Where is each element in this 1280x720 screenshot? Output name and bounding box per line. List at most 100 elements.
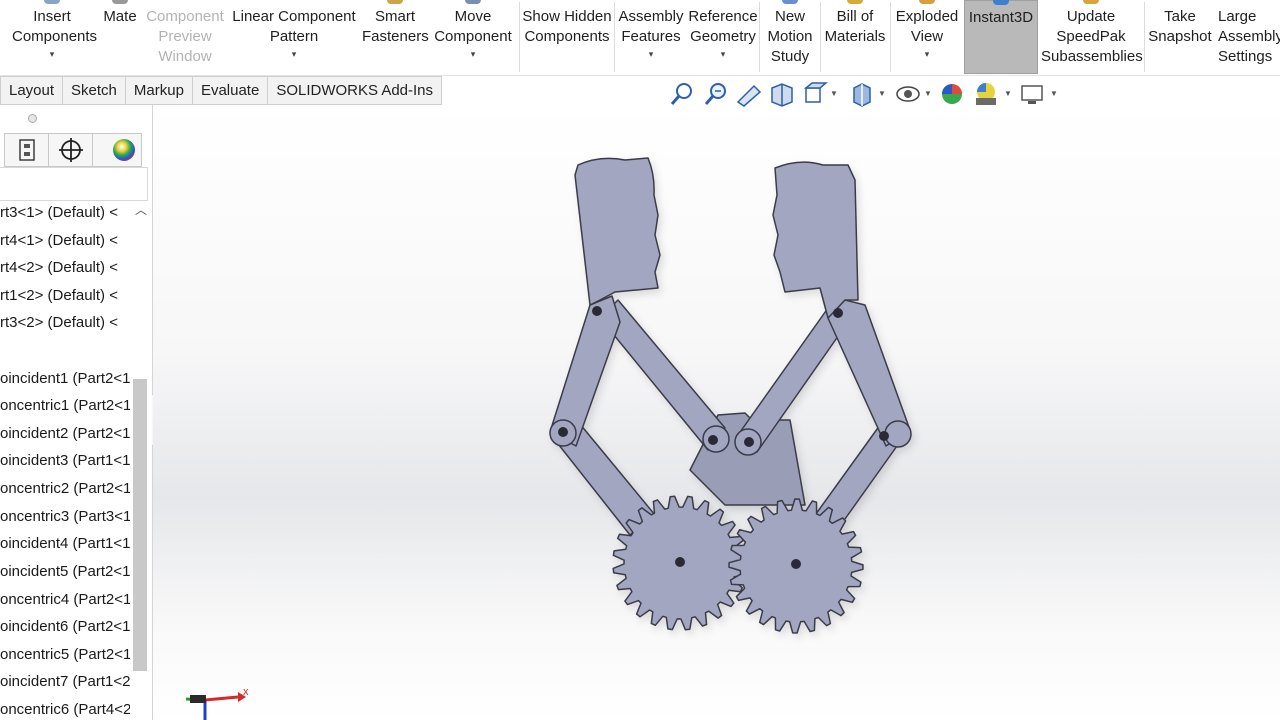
reference-geometry-button[interactable]: Reference Geometry ▾ (687, 0, 759, 74)
tab-evaluate[interactable]: Evaluate (193, 77, 269, 104)
reference-geometry-label: Reference Geometry (688, 8, 758, 45)
tree-item-mate[interactable]: oincident1 (Part2<1 (0, 367, 130, 391)
orientation-triad-icon (185, 692, 246, 720)
chevron-down-icon[interactable]: ▾ (891, 49, 963, 59)
scrollbar-thumb[interactable] (133, 379, 147, 671)
feature-tree-scrollbar[interactable]: ︿ (130, 201, 152, 720)
display-style-icon[interactable] (848, 80, 876, 108)
mate-button[interactable]: Mate (98, 0, 142, 74)
tree-item-mate[interactable]: oincident4 (Part1<1 (0, 532, 130, 556)
bill-of-materials-label: Bill of Materials (824, 8, 886, 45)
tree-item-component[interactable]: rt1<2> (Default) < (0, 284, 130, 308)
chevron-down-icon[interactable]: ▼ (878, 89, 886, 98)
component-preview-window-button[interactable]: Component Preview Window (142, 0, 228, 74)
view-settings-icon[interactable] (1018, 80, 1046, 108)
insert-components-button[interactable]: Insert Components ▾ (0, 0, 104, 74)
feature-tree-filter-field[interactable] (0, 167, 148, 201)
instant3d-label: Instant3D (968, 9, 1034, 26)
tree-item-mate[interactable]: oincident2 (Part2<1 (0, 422, 130, 446)
update-speedpak-label: Update SpeedPak Subassemblies (1041, 8, 1143, 65)
motion-study-icon (782, 0, 798, 4)
tab-configuration-manager[interactable] (5, 134, 49, 166)
pin-hole (592, 306, 602, 316)
linear-component-pattern-label: Linear Component Pattern (232, 8, 356, 45)
tree-item-component[interactable]: rt3<1> (Default) < (0, 201, 130, 225)
exploded-view-icon (919, 0, 935, 4)
component-preview-window-label: Component Preview Window (146, 8, 224, 65)
tree-item-component[interactable]: rt4<1> (Default) < (0, 229, 130, 253)
apply-scene-icon[interactable] (972, 80, 1000, 108)
edit-appearance-icon[interactable] (938, 80, 966, 108)
left-finger-pad (574, 157, 661, 306)
large-assembly-settings-button[interactable]: Large Assembly Settings (1216, 0, 1280, 74)
show-hidden-components-button[interactable]: Show Hidden Components (520, 0, 614, 74)
hide-show-items-icon[interactable] (894, 80, 922, 108)
gripper-assembly-model[interactable] (153, 105, 1280, 720)
instant3d-icon (993, 0, 1009, 5)
command-manager-ribbon: Insert Components ▾ Mate Component Previ… (0, 0, 1280, 76)
feature-manager-tabs (4, 133, 142, 167)
tab-markup[interactable]: Markup (126, 77, 193, 104)
bill-of-materials-button[interactable]: Bill of Materials (821, 0, 889, 74)
configuration-manager-icon (19, 139, 35, 161)
tree-item-component[interactable]: rt4<2> (Default) < (0, 256, 130, 280)
tree-item-mate[interactable]: oincident7 (Part1<2 (0, 670, 130, 694)
tab-layout[interactable]: Layout (1, 77, 64, 104)
large-assembly-settings-label: Large Assembly Settings (1218, 8, 1280, 65)
feature-manager-header (0, 105, 152, 133)
zoom-to-fit-icon[interactable] (668, 80, 696, 108)
triad-x-axis-label: x (243, 686, 249, 698)
tab-dimxpert-manager[interactable] (49, 134, 93, 166)
new-motion-study-button[interactable]: New Motion Study (760, 0, 820, 74)
section-view-icon[interactable] (768, 80, 796, 108)
scroll-up-chevron-icon[interactable]: ︿ (133, 201, 149, 219)
chevron-down-icon[interactable]: ▾ (615, 49, 687, 59)
show-hidden-components-label: Show Hidden Components (522, 8, 612, 45)
mate-icon (112, 0, 128, 4)
mate-label: Mate (103, 8, 137, 25)
previous-view-icon[interactable] (734, 80, 762, 108)
tab-display-manager[interactable] (93, 134, 137, 166)
move-component-label: Move Component (434, 8, 512, 45)
instant3d-button[interactable]: Instant3D (964, 0, 1038, 74)
chevron-down-icon[interactable]: ▾ (0, 49, 104, 59)
pin-hole (879, 431, 889, 441)
chevron-down-icon[interactable]: ▼ (924, 89, 932, 98)
zoom-to-area-icon[interactable] (702, 80, 730, 108)
speedpak-icon (1083, 0, 1099, 4)
graphics-area[interactable] (153, 105, 1280, 720)
chevron-down-icon[interactable]: ▾ (228, 49, 360, 59)
gear-axle-hole (791, 559, 801, 569)
smart-fasteners-label: Smart Fasteners (362, 8, 429, 45)
tree-item-mate[interactable]: oincident3 (Part1<1 (0, 449, 130, 473)
tree-item-mate[interactable]: oncentric2 (Part2<1 (0, 477, 130, 501)
tree-item-mate[interactable]: oncentric1 (Part2<1 (0, 394, 130, 418)
view-orientation-icon[interactable] (800, 80, 828, 108)
chevron-down-icon[interactable]: ▾ (430, 49, 516, 59)
chevron-down-icon[interactable]: ▼ (830, 89, 838, 98)
chevron-down-icon[interactable]: ▼ (1050, 89, 1058, 98)
linear-component-pattern-button[interactable]: Linear Component Pattern ▾ (228, 0, 360, 74)
tab-sketch[interactable]: Sketch (63, 77, 126, 104)
panel-expand-handle-icon[interactable] (28, 114, 37, 123)
chevron-down-icon[interactable]: ▼ (1004, 89, 1012, 98)
take-snapshot-button[interactable]: Take Snapshot (1145, 0, 1215, 74)
tree-item-component[interactable]: rt3<2> (Default) < (0, 311, 130, 335)
chevron-down-icon[interactable]: ▾ (687, 49, 759, 59)
insert-components-icon (44, 0, 60, 4)
assembly-features-button[interactable]: Assembly Features ▾ (615, 0, 687, 74)
tree-item-mate[interactable]: oncentric5 (Part2<1 (0, 643, 130, 667)
feature-tree: rt3<1> (Default) < rt4<1> (Default) < rt… (0, 201, 130, 720)
tree-item-mate[interactable]: oincident5 (Part2<1 (0, 560, 130, 584)
move-component-button[interactable]: Move Component ▾ (430, 0, 516, 74)
tree-item-mate[interactable]: oincident6 (Part2<1 (0, 615, 130, 639)
feature-manager-panel: rt3<1> (Default) < rt4<1> (Default) < rt… (0, 105, 153, 720)
tab-solidworks-add-ins[interactable]: SOLIDWORKS Add-Ins (268, 77, 441, 104)
tree-item-mate[interactable]: oncentric3 (Part3<1 (0, 505, 130, 529)
update-speedpak-subassemblies-button[interactable]: Update SpeedPak Subassemblies (1040, 0, 1143, 74)
smart-fasteners-button[interactable]: Smart Fasteners (360, 0, 430, 74)
move-component-icon (465, 0, 481, 4)
tree-item-mate[interactable]: oncentric4 (Part2<1 (0, 588, 130, 612)
tree-item-mate[interactable]: oncentric6 (Part4<2 (0, 698, 130, 720)
exploded-view-button[interactable]: Exploded View ▾ (891, 0, 963, 74)
